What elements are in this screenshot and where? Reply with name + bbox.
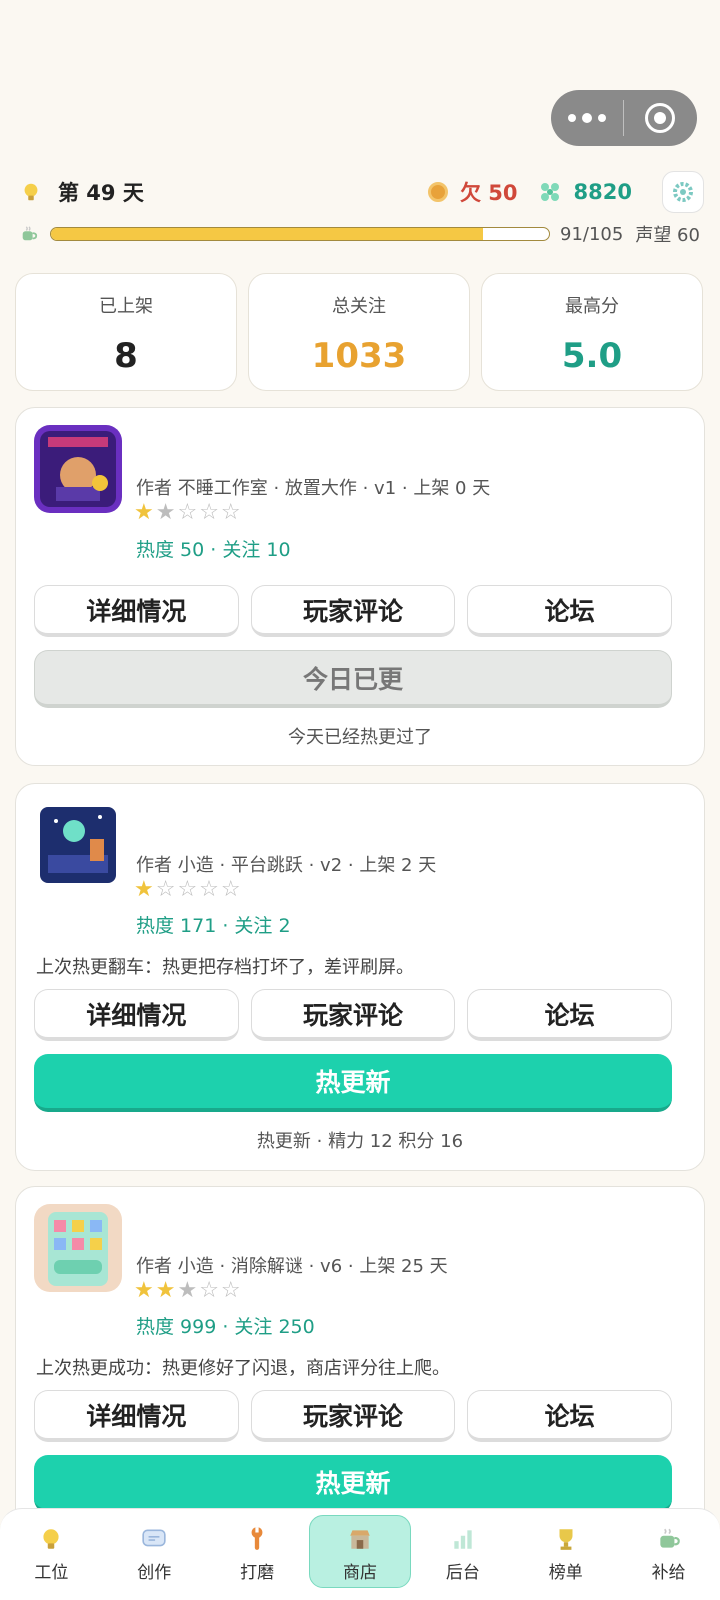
last-update-note: 上次热更翻车：热更把存档打坏了，差评刷屏。 [36,957,414,978]
reputation-value: 声望 60 [635,225,700,246]
bottom-nav: 工位 创作 打磨 商店 后台 榜单 补给 [0,1508,720,1600]
nav-item-store[interactable]: 商店 [308,1509,412,1600]
trophy-icon [559,1529,573,1550]
progress-row: 91/105 声望 60 [20,220,704,248]
bulb-icon [24,183,38,201]
more-menu-icon[interactable] [551,90,623,146]
reviews-button[interactable]: 玩家评论 [250,989,456,1041]
energy-progress-fill [51,228,483,240]
action-hint: 今天已经热更过了 [288,727,432,748]
details-button[interactable]: 详细情况 [34,989,239,1041]
gem-icon [540,183,559,201]
forum-button[interactable]: 论坛 [467,989,673,1041]
energy-progress-bar [50,227,550,241]
settings-button[interactable] [662,171,704,213]
forum-button[interactable]: 论坛 [467,1390,673,1442]
hot-update-cost: 热更新 · 精力 12 积分 16 [256,1131,464,1152]
coin-icon [428,182,448,202]
nav-item-polish[interactable]: 打磨 [206,1509,309,1600]
stat-label: 最高分 [565,296,619,317]
store-icon [350,1530,370,1549]
miniprogram-capsule [551,90,697,146]
bulb-icon [43,1529,60,1549]
details-button[interactable]: 详细情况 [34,1390,239,1442]
heat-follow-text: 热度 999 · 关注 250 [136,1316,315,1338]
rating-stars: ★★☆☆☆ [134,500,243,525]
game-card: 作者 小造 · 平台跳跃 · v2 · 上架 2 天 ★☆☆☆☆ 热度 171 … [15,783,705,1171]
nav-label: 打磨 [240,1563,275,1583]
stat-value: 8 [114,336,138,376]
day-counter: 第 49 天 [58,181,144,205]
reviews-button[interactable]: 玩家评论 [250,1390,456,1442]
game-meta: 作者 小造 · 消除解谜 · v6 · 上架 25 天 [136,1256,448,1277]
nav-item-backend[interactable]: 后台 [411,1509,514,1600]
hot-update-button[interactable]: 热更新 [34,1455,672,1513]
nav-label: 工位 [34,1563,69,1583]
forum-button[interactable]: 论坛 [467,585,673,637]
game-card: 作者 不睡工作室 · 放置大作 · v1 · 上架 0 天 ★★☆☆☆ 热度 5… [15,407,705,766]
close-miniprogram-icon[interactable] [624,90,696,146]
stat-card-top-score: 最高分 5.0 [481,273,703,391]
game-meta: 作者 不睡工作室 · 放置大作 · v1 · 上架 0 天 [136,478,491,499]
game-icon[interactable] [34,425,122,513]
stat-card-followers: 总关注 1033 [248,273,470,391]
rating-stars: ★☆☆☆☆ [134,877,243,902]
nav-label: 补给 [651,1563,686,1583]
heat-follow-text: 热度 50 · 关注 10 [136,539,291,561]
nav-item-supply[interactable]: 补给 [617,1509,720,1600]
stat-card-listed: 已上架 8 [15,273,237,391]
debt-value: 欠 50 [460,181,518,205]
game-icon[interactable] [34,1204,122,1292]
stat-value: 5.0 [561,336,623,376]
nav-item-workstation[interactable]: 工位 [0,1509,103,1600]
stat-value: 1033 [311,336,407,376]
gear-icon [673,182,693,202]
chart-icon [454,1530,472,1549]
updated-today-button[interactable]: 今日已更 [34,650,672,708]
reviews-button[interactable]: 玩家评论 [250,585,456,637]
wrench-icon [251,1527,263,1550]
nav-label: 榜单 [548,1563,583,1583]
nav-label: 商店 [343,1563,377,1583]
stat-label: 总关注 [332,296,386,317]
nav-item-leaderboard[interactable]: 榜单 [514,1509,617,1600]
card-actions: 详细情况 玩家评论 论坛 [34,989,673,1041]
stat-label: 已上架 [99,296,153,317]
details-button[interactable]: 详细情况 [34,585,239,637]
chat-icon [142,1529,166,1547]
card-actions: 详细情况 玩家评论 论坛 [34,1390,673,1442]
rating-stars: ★★★☆☆ [134,1278,243,1303]
energy-progress-text: 91/105 [560,223,624,245]
cup-icon [659,1528,680,1548]
nav-label: 后台 [445,1563,480,1583]
game-meta: 作者 小造 · 平台跳跃 · v2 · 上架 2 天 [136,855,437,876]
card-actions: 详细情况 玩家评论 论坛 [34,585,673,637]
gems-value: 8820 [573,180,632,204]
nav-label: 创作 [137,1563,172,1583]
last-update-note: 上次热更成功：热更修好了闪退，商店评分往上爬。 [36,1358,450,1379]
game-card: 作者 小造 · 消除解谜 · v6 · 上架 25 天 ★★★☆☆ 热度 999… [15,1186,705,1546]
status-bar: 第 49 天 欠 50 8820 [20,171,704,213]
heat-follow-text: 热度 171 · 关注 2 [136,915,291,937]
cup-icon [22,226,38,241]
nav-item-create[interactable]: 创作 [103,1509,206,1600]
hot-update-button[interactable]: 热更新 [34,1054,672,1112]
game-icon[interactable] [34,801,122,889]
